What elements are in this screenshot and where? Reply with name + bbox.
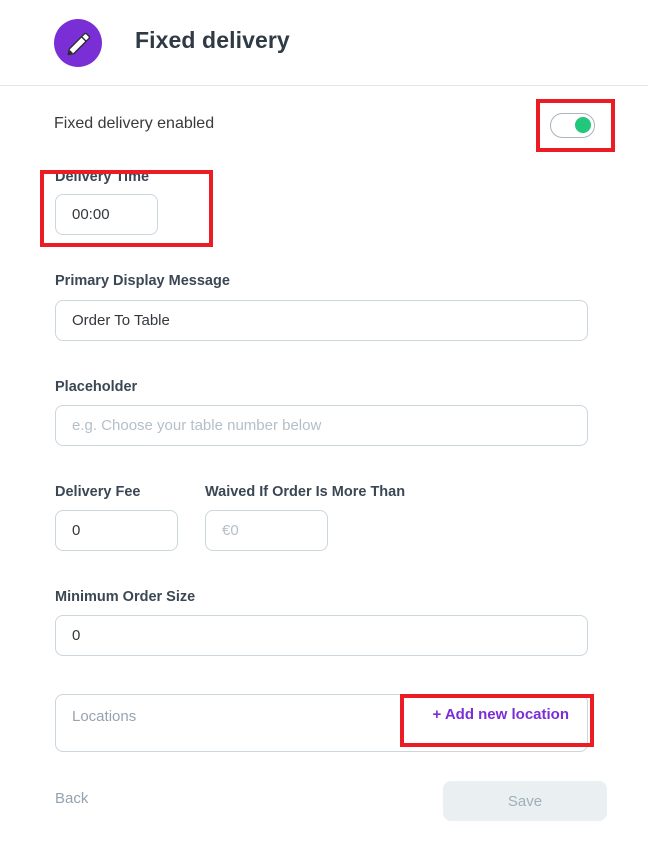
page-title: Fixed delivery <box>135 27 290 53</box>
pencil-edit-icon <box>54 19 102 67</box>
delivery-fee-input[interactable]: 0 <box>55 510 178 551</box>
minimum-order-size-input[interactable]: 0 <box>55 615 588 656</box>
fixed-delivery-settings-page: Fixed delivery Fixed delivery enabled De… <box>0 0 648 856</box>
minimum-order-size-label: Minimum Order Size <box>55 589 196 605</box>
locations-placeholder: Locations <box>72 708 137 725</box>
fixed-delivery-enabled-label: Fixed delivery enabled <box>54 115 215 132</box>
waived-if-order-more-than-input[interactable]: €0 <box>205 510 328 551</box>
add-new-location-link[interactable]: + Add new location <box>432 706 569 723</box>
back-button[interactable]: Back <box>55 790 88 807</box>
page-header: Fixed delivery <box>0 0 648 86</box>
placeholder-label: Placeholder <box>55 379 138 395</box>
fixed-delivery-enabled-toggle[interactable] <box>550 113 595 138</box>
primary-display-message-label: Primary Display Message <box>55 273 230 289</box>
primary-display-message-input[interactable]: Order To Table <box>55 300 588 341</box>
waived-if-order-more-than-label: Waived If Order Is More Than <box>205 484 406 500</box>
delivery-time-input[interactable]: 00:00 <box>55 194 158 235</box>
placeholder-input[interactable]: e.g. Choose your table number below <box>55 405 588 446</box>
locations-field[interactable]: Locations + Add new location <box>55 694 588 752</box>
delivery-fee-label: Delivery Fee <box>55 484 141 500</box>
toggle-knob <box>575 117 591 133</box>
save-button[interactable]: Save <box>443 781 607 821</box>
delivery-time-label: Delivery Time <box>55 169 150 185</box>
